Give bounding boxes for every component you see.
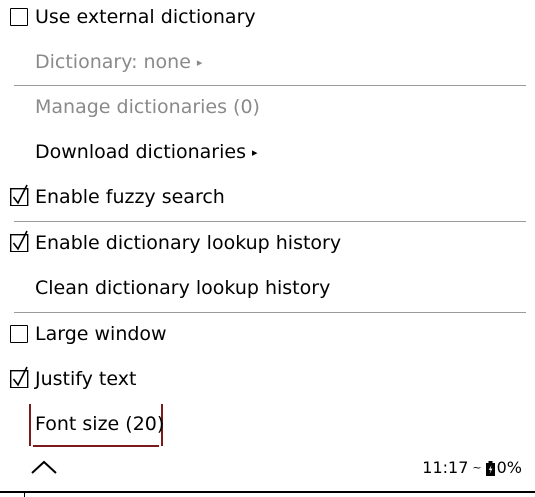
enable-fuzzy-search-item[interactable]: Enable fuzzy search <box>0 180 535 220</box>
clock-time: 11:17 <box>422 458 469 477</box>
menu-footer: 11:17 ~ 0% <box>0 452 535 487</box>
wifi-icon: ~ <box>472 461 482 474</box>
menu-item-label-group: Download dictionaries ▸ <box>35 139 258 168</box>
menu-item-label: Clean dictionary lookup history <box>35 277 331 299</box>
menu-item-label: Justify text <box>35 368 137 390</box>
large-window-item[interactable]: Large window <box>0 317 535 357</box>
chevron-up-icon[interactable] <box>30 458 58 478</box>
bottom-border <box>0 491 535 493</box>
manage-dictionaries-item[interactable]: Manage dictionaries (0) <box>0 90 535 130</box>
checkbox-unchecked-icon <box>10 325 28 343</box>
bottom-tick <box>24 491 25 497</box>
battery-charging-icon <box>485 460 495 476</box>
menu-item-label: Manage dictionaries (0) <box>35 96 260 118</box>
menu-item-label: Download dictionaries <box>35 141 246 163</box>
download-dictionaries-item[interactable]: Download dictionaries ▸ <box>0 135 535 175</box>
font-size-item[interactable]: Font size (20) <box>0 407 535 447</box>
checkbox-checked-icon <box>10 230 29 252</box>
divider <box>14 312 526 313</box>
menu-item-label: Enable fuzzy search <box>35 186 225 208</box>
divider <box>14 221 526 222</box>
checkbox-checked-icon <box>10 366 29 388</box>
dictionary-select-item[interactable]: Dictionary: none ▸ <box>0 45 535 85</box>
divider <box>14 85 526 86</box>
status-bar: 11:17 ~ 0% <box>422 457 522 479</box>
menu-item-label: Enable dictionary lookup history <box>35 232 342 254</box>
menu-item-label-group: Dictionary: none ▸ <box>35 49 202 78</box>
menu-item-label: Font size (20) <box>35 413 165 435</box>
justify-text-item[interactable]: Justify text <box>0 362 535 402</box>
use-external-dictionary-item[interactable]: Use external dictionary <box>0 0 535 40</box>
menu-item-label: Use external dictionary <box>35 6 256 28</box>
submenu-arrow-icon: ▸ <box>252 146 258 159</box>
clean-lookup-history-item[interactable]: Clean dictionary lookup history <box>0 271 535 311</box>
menu-item-label: Dictionary: none <box>35 51 191 73</box>
battery-level: 0% <box>496 458 522 477</box>
checkbox-unchecked-icon <box>10 8 28 26</box>
checkbox-checked-icon <box>10 184 29 206</box>
submenu-arrow-icon: ▸ <box>196 56 203 69</box>
enable-lookup-history-item[interactable]: Enable dictionary lookup history <box>0 226 535 266</box>
menu-item-label: Large window <box>35 323 167 345</box>
